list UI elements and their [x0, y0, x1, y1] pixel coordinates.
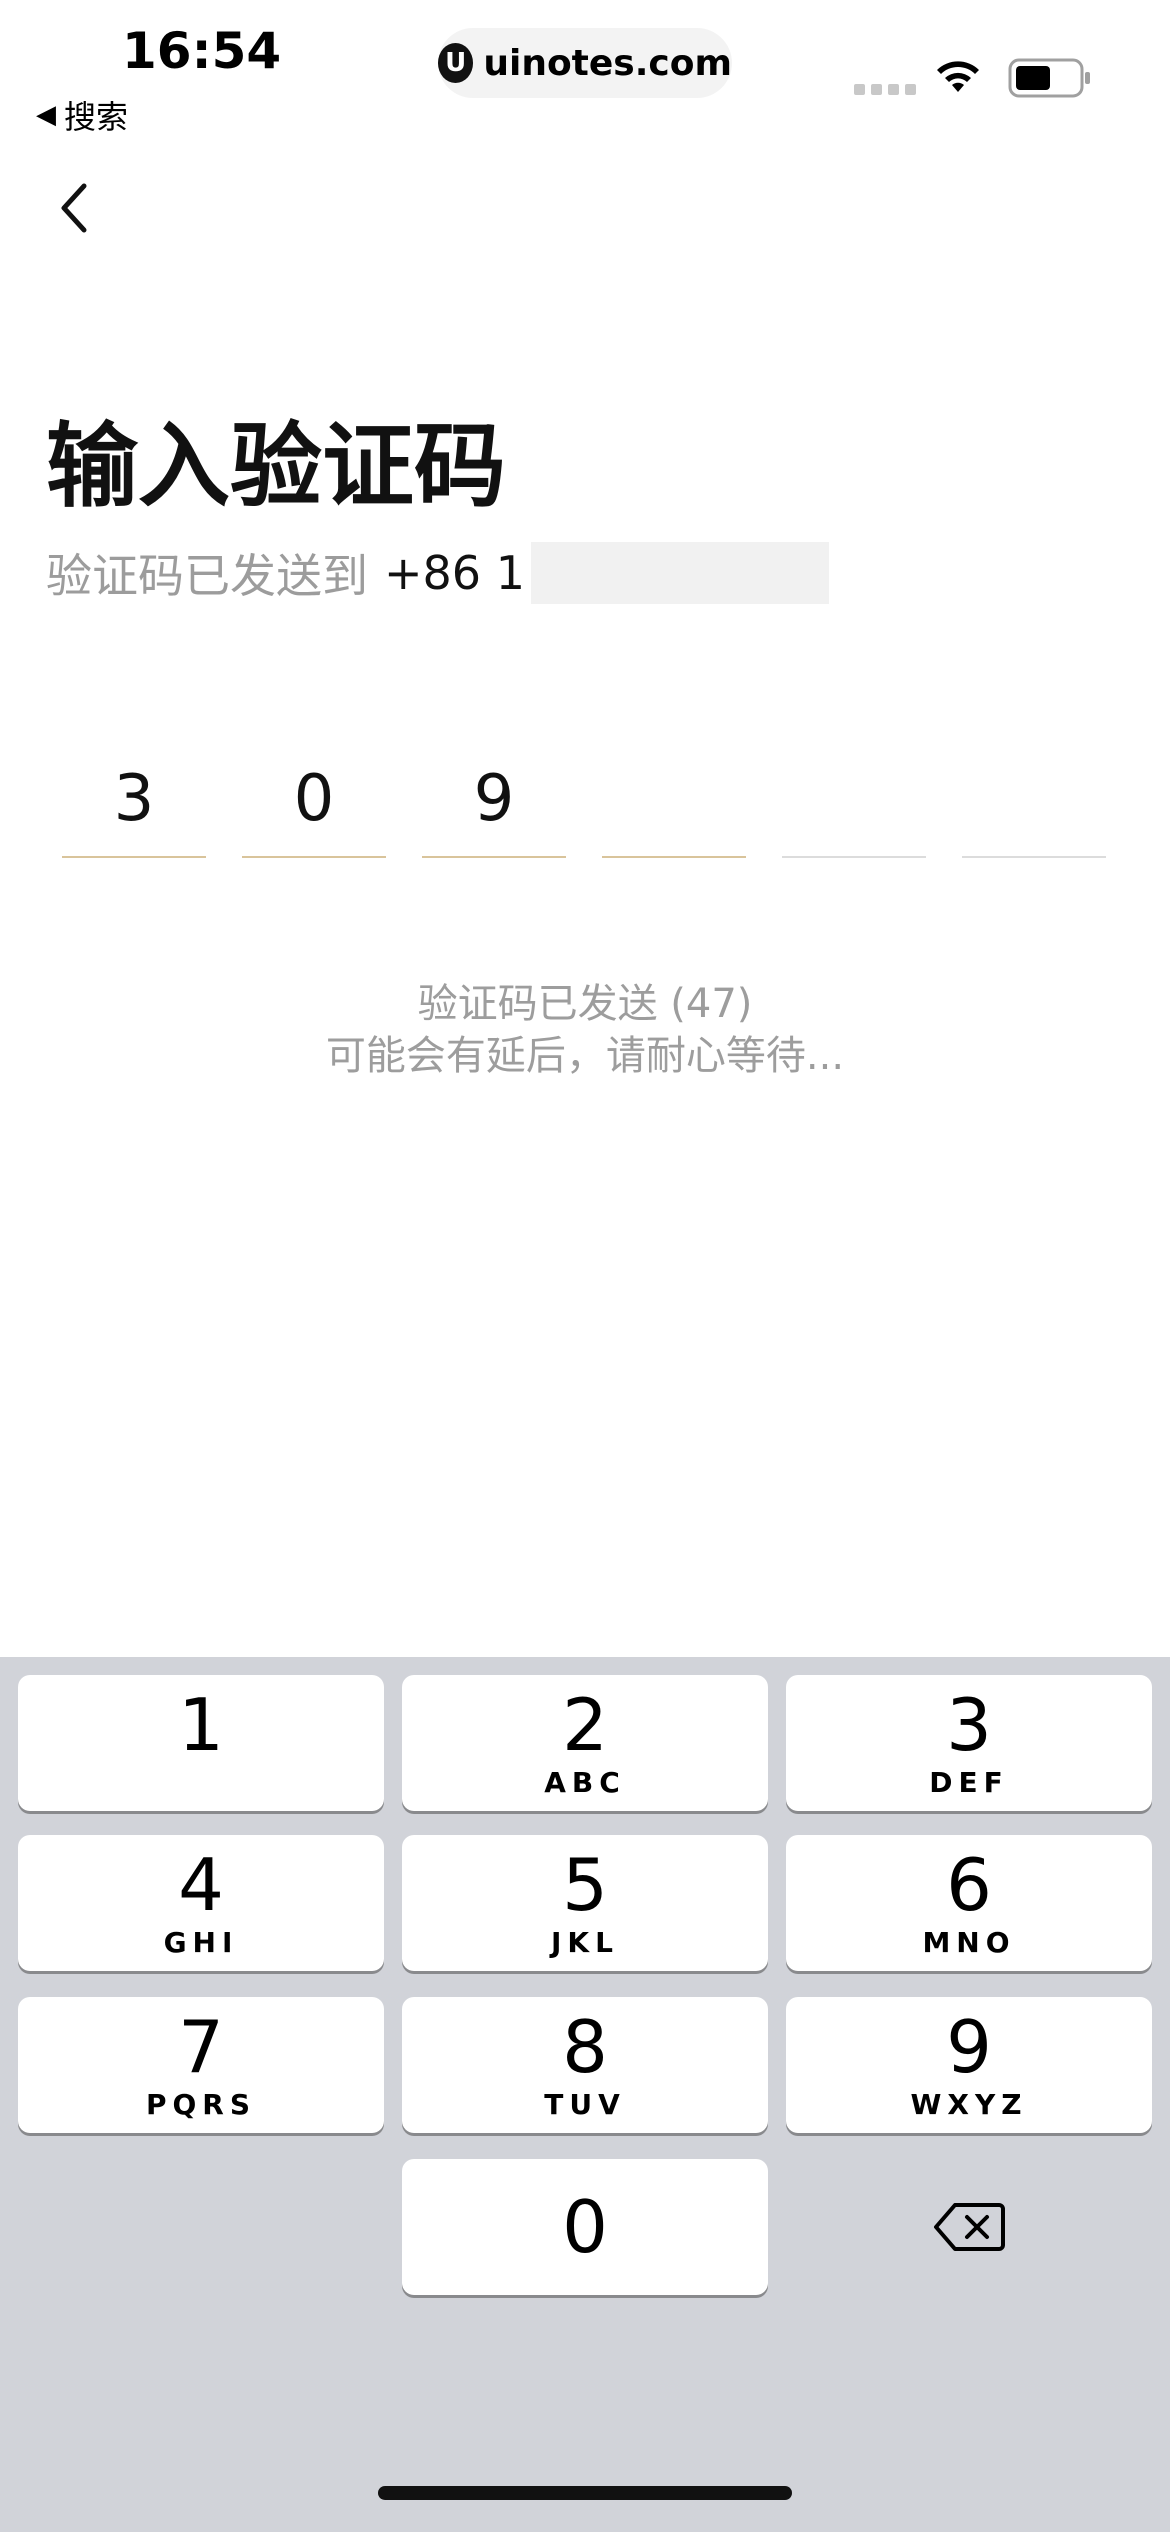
- phone-number: +86 1: [384, 546, 525, 600]
- key-letters: ABC: [544, 1766, 626, 1799]
- key-letters: JKL: [551, 1926, 619, 1959]
- key-letters: PQRS: [145, 2088, 257, 2121]
- resend-info: 验证码已发送 (47) 可能会有延后，请耐心等待...: [0, 978, 1170, 1082]
- back-to-app-link[interactable]: ◀ 搜索: [36, 92, 128, 138]
- url-pill[interactable]: U uinotes.com: [438, 28, 732, 98]
- key-2[interactable]: 2 ABC: [402, 1675, 768, 1811]
- key-0[interactable]: 0: [402, 2159, 768, 2295]
- battery-icon: [1008, 58, 1090, 98]
- chevron-left-icon[interactable]: [52, 178, 102, 238]
- site-logo-icon: U: [438, 43, 474, 83]
- key-letters: WXYZ: [910, 2088, 1028, 2121]
- url-text: uinotes.com: [483, 42, 732, 84]
- key-number: 7: [178, 2005, 224, 2089]
- code-digit-4[interactable]: [602, 740, 746, 858]
- key-letters: TUV: [544, 2088, 626, 2121]
- key-1[interactable]: 1: [18, 1675, 384, 1811]
- key-number: 4: [178, 1843, 224, 1927]
- key-number: 0: [562, 2185, 608, 2269]
- key-letters: DEF: [929, 1766, 1009, 1799]
- back-app-label: 搜索: [64, 98, 129, 136]
- key-number: 2: [562, 1683, 608, 1767]
- key-letters: GHI: [163, 1926, 239, 1959]
- key-number: 6: [946, 1843, 992, 1927]
- code-digit-5[interactable]: [782, 740, 926, 858]
- numeric-keyboard: 1 2 ABC 3 DEF 4 GHI 5 JKL 6 MNO 7 PQRS 8: [0, 1657, 1170, 2532]
- cellular-signal-icon: [854, 84, 916, 95]
- sent-to-line: 验证码已发送到 +86 1: [46, 540, 829, 606]
- key-6[interactable]: 6 MNO: [786, 1835, 1152, 1971]
- delete-key[interactable]: [786, 2159, 1152, 2295]
- verification-screen: 16:54 ◀ 搜索 U uinotes.com 输入验证码 验证码已发送到 +…: [0, 0, 1170, 2532]
- delay-notice: 可能会有延后，请耐心等待...: [325, 1033, 845, 1079]
- key-number: 1: [178, 1683, 224, 1767]
- status-time: 16:54: [122, 22, 282, 80]
- key-4[interactable]: 4 GHI: [18, 1835, 384, 1971]
- code-digit-2[interactable]: 0: [242, 740, 386, 858]
- key-9[interactable]: 9 WXYZ: [786, 1997, 1152, 2133]
- page-title: 输入验证码: [46, 413, 507, 520]
- key-8[interactable]: 8 TUV: [402, 1997, 768, 2133]
- code-digit-1[interactable]: 3: [62, 740, 206, 858]
- backspace-icon: [934, 2203, 1005, 2251]
- key-5[interactable]: 5 JKL: [402, 1835, 768, 1971]
- home-indicator[interactable]: [378, 2486, 792, 2500]
- wifi-icon: [937, 61, 979, 92]
- code-digit-3[interactable]: 9: [422, 740, 566, 858]
- key-7[interactable]: 7 PQRS: [18, 1997, 384, 2133]
- key-3[interactable]: 3 DEF: [786, 1675, 1152, 1811]
- key-letters: MNO: [922, 1926, 1016, 1959]
- code-input-row[interactable]: 3 0 9: [62, 740, 1108, 858]
- key-number: 8: [562, 2005, 608, 2089]
- countdown-text: 验证码已发送 (47): [417, 981, 753, 1027]
- code-digit-6[interactable]: [962, 740, 1106, 858]
- phone-mask: [530, 542, 829, 604]
- sent-to-label: 验证码已发送到: [46, 549, 368, 603]
- back-triangle-icon: ◀: [36, 100, 56, 130]
- key-number: 5: [562, 1843, 608, 1927]
- key-number: 3: [946, 1683, 992, 1767]
- key-number: 9: [946, 2005, 992, 2089]
